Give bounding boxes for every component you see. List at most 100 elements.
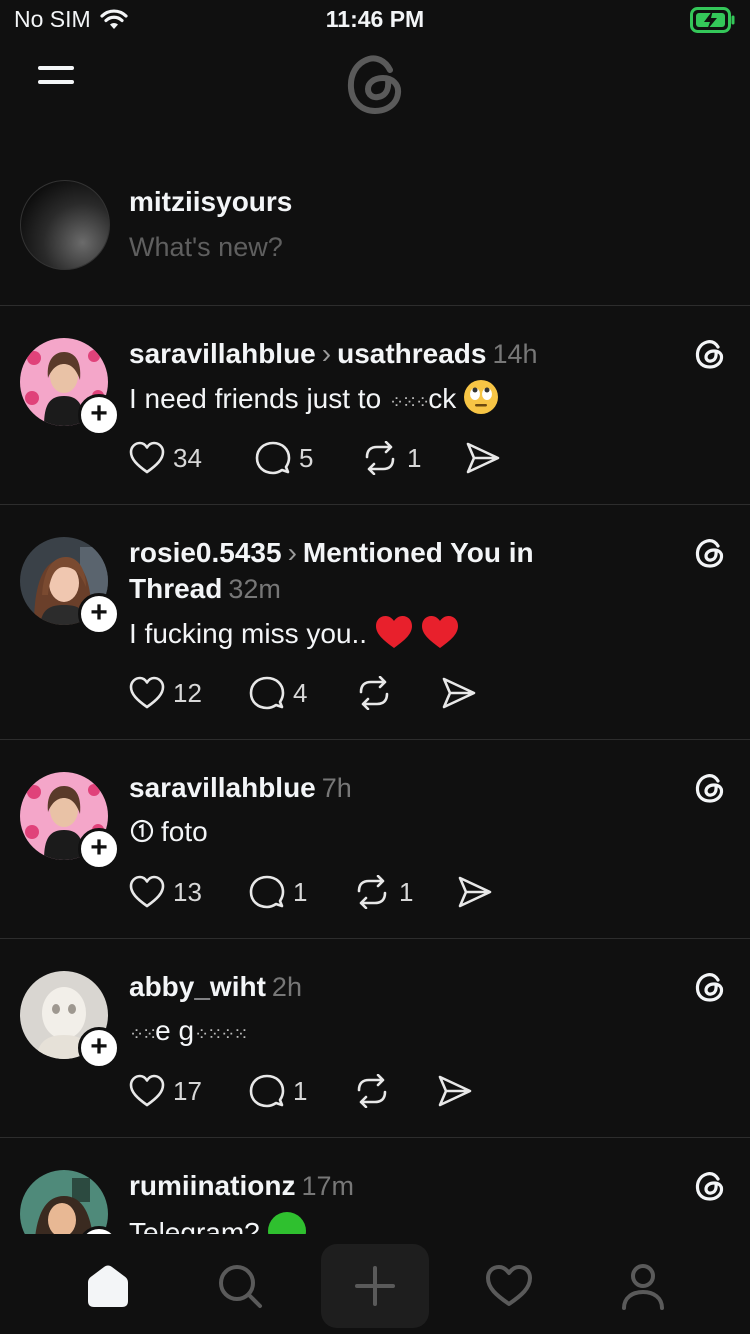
composer-username: mitziisyours xyxy=(129,186,293,217)
post-username[interactable]: saravillahblue xyxy=(129,338,316,369)
send-icon xyxy=(438,1075,472,1107)
heart-icon xyxy=(129,676,165,709)
like-button[interactable]: 13 xyxy=(129,875,249,909)
threads-logo-icon[interactable] xyxy=(692,770,728,806)
post-time: 14h xyxy=(492,339,538,369)
follow-button[interactable]: + xyxy=(78,1027,120,1069)
post-avatar[interactable]: + xyxy=(20,338,120,436)
post-header: saravillahblue 7h xyxy=(129,770,669,806)
censored-text: ⁘⁙⁘⁙ xyxy=(194,1024,248,1044)
post-username[interactable]: abby_wiht xyxy=(129,971,266,1002)
thread-post[interactable]: + saravillahblue › usathreads 14h I need fr… xyxy=(0,306,750,505)
post-avatar[interactable]: + xyxy=(20,772,120,870)
reply-count: 5 xyxy=(299,442,314,473)
post-text-end: ck xyxy=(428,383,457,414)
repost-button[interactable]: 1 xyxy=(353,875,457,909)
post-avatar[interactable]: + xyxy=(20,1170,120,1235)
send-icon xyxy=(442,677,476,709)
heart-icon xyxy=(129,1074,165,1107)
like-count: 17 xyxy=(173,1075,202,1106)
tab-activity[interactable] xyxy=(455,1244,563,1328)
green-circle-emoji xyxy=(267,1212,306,1235)
plus-icon xyxy=(355,1266,395,1306)
profile-icon xyxy=(622,1264,664,1310)
thread-post[interactable]: + abby_wiht 2h ⁘⁙e g ⁘⁙⁘⁙ 17 1 xyxy=(0,939,750,1138)
post-text: Telegram? xyxy=(129,1212,306,1235)
post-username[interactable]: rosie0.5435 xyxy=(129,537,282,568)
repost-button[interactable]: 1 xyxy=(361,441,465,475)
post-username[interactable]: rumiinationz xyxy=(129,1170,295,1201)
post-header: rumiinationz 17m xyxy=(129,1168,669,1204)
post-actions: 13 1 1 xyxy=(129,874,493,910)
share-button[interactable] xyxy=(465,441,501,475)
send-icon xyxy=(466,442,500,474)
tab-home[interactable] xyxy=(54,1244,162,1328)
threads-logo-icon[interactable] xyxy=(340,48,410,118)
repost-button[interactable] xyxy=(355,676,441,710)
thread-post[interactable]: + rosie0.5435 › Mentioned You in Thread 32m… xyxy=(0,505,750,740)
search-icon xyxy=(219,1265,262,1308)
post-text: I need friends just to ⁘⁙⁘ck xyxy=(129,380,498,420)
repost-count: 1 xyxy=(399,876,414,907)
share-button[interactable] xyxy=(457,875,493,909)
like-button[interactable]: 12 xyxy=(129,676,249,710)
follow-button[interactable]: + xyxy=(78,394,120,436)
like-count: 34 xyxy=(173,442,202,473)
reply-count: 1 xyxy=(293,1075,308,1106)
comment-icon xyxy=(249,875,285,909)
red-heart-emoji xyxy=(421,616,458,648)
post-text: foto xyxy=(129,814,208,850)
post-actions: 17 1 xyxy=(129,1073,473,1109)
post-target[interactable]: usathreads xyxy=(337,338,486,369)
repost-icon xyxy=(357,1074,387,1108)
thread-post[interactable]: + saravillahblue 7h foto 13 1 1 xyxy=(0,740,750,939)
threads-logo-icon[interactable] xyxy=(692,535,728,571)
threads-home-screen: No SIM 11:46 PM mitziisyours What's new? xyxy=(0,0,750,1334)
post-header: rosie0.5435 › Mentioned You in Thread 32m xyxy=(129,535,669,607)
tab-profile[interactable] xyxy=(589,1244,697,1328)
new-thread-composer[interactable]: mitziisyours What's new? xyxy=(0,160,750,306)
repost-button[interactable] xyxy=(353,1074,437,1108)
post-username[interactable]: saravillahblue xyxy=(129,772,316,803)
threads-logo-icon[interactable] xyxy=(692,969,728,1005)
repost-icon xyxy=(359,676,389,710)
post-text-start: e g xyxy=(155,1015,195,1046)
share-button[interactable] xyxy=(441,676,477,710)
reply-button[interactable]: 5 xyxy=(255,440,361,476)
follow-button[interactable]: + xyxy=(78,828,120,870)
heart-icon xyxy=(486,1265,532,1306)
menu-button[interactable] xyxy=(38,66,74,98)
tab-create[interactable] xyxy=(321,1244,429,1328)
user-avatar[interactable] xyxy=(20,180,110,270)
post-time: 17m xyxy=(301,1171,354,1201)
like-button[interactable]: 17 xyxy=(129,1074,249,1108)
threads-logo-icon[interactable] xyxy=(692,1168,728,1204)
like-button[interactable]: 34 xyxy=(129,441,255,475)
repost-count: 1 xyxy=(407,442,422,473)
post-time: 7h xyxy=(321,773,352,803)
reply-button[interactable]: 1 xyxy=(249,1073,353,1109)
share-button[interactable] xyxy=(437,1074,473,1108)
tab-search[interactable] xyxy=(186,1244,294,1328)
like-count: 12 xyxy=(173,677,202,708)
threads-logo-icon[interactable] xyxy=(692,336,728,372)
follow-button[interactable]: + xyxy=(78,593,120,635)
feed-list[interactable]: + saravillahblue › usathreads 14h I need fr… xyxy=(0,306,750,1235)
send-icon xyxy=(458,876,492,908)
post-text: I fucking miss you.. xyxy=(129,615,459,652)
status-bar: No SIM 11:46 PM xyxy=(0,0,750,40)
comment-icon xyxy=(255,441,291,475)
composer-placeholder[interactable]: What's new? xyxy=(129,232,283,263)
battery-charging-icon xyxy=(690,7,735,33)
reply-count: 4 xyxy=(293,677,308,708)
thread-post[interactable]: + rumiinationz17m Telegram? xyxy=(0,1138,750,1235)
post-text-start: I fucking miss you.. xyxy=(129,618,368,649)
post-avatar[interactable]: + xyxy=(20,537,120,635)
reply-button[interactable]: 4 xyxy=(249,675,355,711)
comment-icon xyxy=(249,676,285,710)
post-time: 2h xyxy=(271,972,302,1002)
reply-button[interactable]: 1 xyxy=(249,874,353,910)
clock: 11:46 PM xyxy=(325,6,425,32)
censored-text: ⁘⁙⁘ xyxy=(388,392,430,412)
post-avatar[interactable]: + xyxy=(20,971,120,1069)
